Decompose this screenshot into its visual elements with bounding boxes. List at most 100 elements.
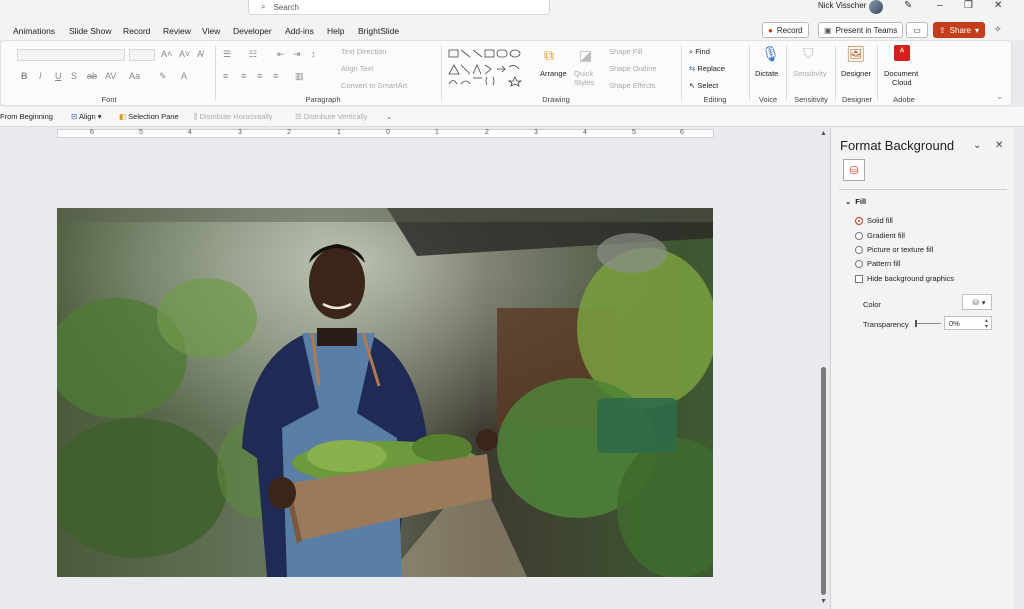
comments-button[interactable]: ▭ bbox=[906, 22, 928, 38]
underline-icon[interactable]: U bbox=[55, 71, 62, 81]
shapes-gallery[interactable] bbox=[447, 47, 535, 87]
align-left-icon[interactable]: ≡ bbox=[223, 71, 228, 81]
change-case-icon[interactable]: Aa bbox=[129, 71, 140, 81]
scroll-down-icon[interactable]: ▼ bbox=[820, 598, 827, 605]
designer-icon[interactable]: 🖼 bbox=[846, 45, 865, 63]
align-center-icon[interactable]: ≡ bbox=[241, 71, 246, 81]
shape-outline-label[interactable]: Shape Outline bbox=[609, 64, 657, 73]
italic-icon[interactable]: I bbox=[39, 71, 42, 81]
selection-pane-button[interactable]: ◧ Selection Pane bbox=[119, 112, 179, 121]
align-button[interactable]: ⊟ Align ▾ bbox=[71, 112, 102, 121]
font-color-icon[interactable]: A bbox=[181, 71, 187, 81]
search-box[interactable]: ⌕ Search bbox=[248, 0, 550, 15]
replace-button[interactable]: ⇆ Replace bbox=[689, 64, 725, 73]
highlight-icon[interactable]: ✎ bbox=[159, 71, 167, 82]
color-picker[interactable]: ⛁ ▾ bbox=[962, 294, 992, 310]
font-size-box[interactable] bbox=[129, 49, 155, 61]
document-cloud-line2[interactable]: Cloud bbox=[892, 78, 912, 87]
text-direction-label[interactable]: Text Direction bbox=[341, 47, 386, 56]
avatar[interactable] bbox=[869, 0, 883, 14]
from-beginning-button[interactable]: From Beginning bbox=[0, 112, 53, 121]
slider-handle[interactable] bbox=[915, 320, 917, 327]
tab-slide-show[interactable]: Slide Show bbox=[69, 26, 112, 36]
checkbox[interactable] bbox=[855, 274, 863, 283]
picture-fill-option[interactable]: Picture or texture fill bbox=[855, 245, 933, 254]
transparency-input[interactable]: 0% ▴ ▾ bbox=[944, 316, 992, 330]
transparency-slider[interactable] bbox=[915, 323, 941, 324]
radio-selected[interactable] bbox=[855, 216, 863, 225]
slide-canvas[interactable] bbox=[57, 208, 713, 577]
select-button[interactable]: ↖ Select bbox=[689, 81, 718, 90]
tab-view[interactable]: View bbox=[202, 26, 220, 36]
tab-developer[interactable]: Developer bbox=[233, 26, 272, 36]
bullets-icon[interactable]: ☰ bbox=[223, 49, 231, 60]
customize-qat-icon[interactable]: ⌄ bbox=[386, 112, 392, 121]
justify-icon[interactable]: ≡ bbox=[273, 71, 278, 81]
microphone-icon[interactable]: 🎙 bbox=[761, 45, 780, 63]
pane-options-icon[interactable]: ⌄ bbox=[973, 140, 981, 151]
horizontal-ruler[interactable]: 6 5 4 3 2 1 0 1 2 3 4 5 6 bbox=[57, 129, 714, 138]
convert-smartart-label[interactable]: Convert to SmartArt bbox=[341, 81, 407, 90]
pen-icon[interactable]: ✎ bbox=[904, 0, 912, 11]
tab-help[interactable]: Help bbox=[327, 26, 344, 36]
minimize-button[interactable]: – bbox=[937, 0, 943, 11]
solid-fill-option[interactable]: Solid fill bbox=[855, 216, 893, 225]
quick-styles-label[interactable]: Quick Styles bbox=[574, 69, 598, 87]
restore-button[interactable]: ❐ bbox=[964, 0, 973, 11]
tab-record[interactable]: Record bbox=[123, 26, 150, 36]
tab-review[interactable]: Review bbox=[163, 26, 191, 36]
line-spacing-icon[interactable]: ↕ bbox=[311, 49, 316, 59]
gradient-fill-option[interactable]: Gradient fill bbox=[855, 231, 905, 240]
find-button[interactable]: ⌕ Find bbox=[689, 47, 710, 57]
grow-font-icon[interactable]: A˄ bbox=[161, 49, 172, 59]
sensitivity-icon[interactable]: ⛉ bbox=[803, 45, 814, 62]
dictate-label[interactable]: Dictate bbox=[755, 69, 778, 78]
shape-fill-label[interactable]: Shape Fill bbox=[609, 47, 642, 56]
ribbon-collapse-icon[interactable]: ⌄ bbox=[996, 91, 1004, 102]
numbering-icon[interactable]: ☷ bbox=[249, 49, 257, 60]
distribute-horizontally-button[interactable]: ⫼ Distribute Horizontally bbox=[194, 112, 273, 122]
spinner-icon[interactable]: ▴ ▾ bbox=[985, 318, 988, 330]
shadow-icon[interactable]: S bbox=[71, 71, 77, 81]
scrollbar-thumb[interactable] bbox=[821, 367, 826, 595]
quick-styles-icon[interactable]: ◪ bbox=[579, 47, 592, 64]
distribute-vertically-button[interactable]: ☰ Distribute Vertically bbox=[295, 112, 368, 121]
tab-add-ins[interactable]: Add-ins bbox=[285, 26, 314, 36]
fill-tab[interactable]: ⛁ bbox=[843, 159, 865, 181]
align-right-icon[interactable]: ≡ bbox=[257, 71, 262, 81]
columns-icon[interactable]: ▥ bbox=[295, 71, 304, 82]
copilot-icon[interactable]: ✧ bbox=[994, 24, 1002, 35]
bold-icon[interactable]: B bbox=[21, 71, 28, 81]
scroll-up-icon[interactable]: ▲ bbox=[820, 130, 827, 137]
arrange-icon[interactable]: ⧉ bbox=[544, 47, 554, 64]
designer-label[interactable]: Designer bbox=[841, 69, 871, 78]
spacing-icon[interactable]: AV bbox=[105, 71, 116, 81]
arrange-label[interactable]: Arrange bbox=[540, 69, 567, 78]
decrease-indent-icon[interactable]: ⇤ bbox=[277, 49, 285, 60]
record-button[interactable]: ● Record bbox=[762, 22, 809, 38]
fill-section-header[interactable]: ⌄ Fill bbox=[845, 197, 866, 206]
align-text-label[interactable]: Align Text bbox=[341, 64, 373, 73]
shape-effects-label[interactable]: Shape Effects bbox=[609, 81, 656, 90]
strikethrough-icon[interactable]: ab bbox=[87, 71, 97, 81]
radio[interactable] bbox=[855, 231, 863, 240]
increase-indent-icon[interactable]: ⇥ bbox=[293, 49, 301, 60]
clear-format-icon[interactable]: A̸ bbox=[197, 49, 203, 59]
separator bbox=[749, 45, 750, 101]
pattern-fill-option[interactable]: Pattern fill bbox=[855, 259, 900, 268]
font-name-box[interactable] bbox=[17, 49, 125, 61]
radio[interactable] bbox=[855, 245, 863, 254]
close-button[interactable]: ✕ bbox=[994, 0, 1002, 11]
acrobat-icon[interactable]: ᴬ bbox=[894, 45, 910, 61]
tab-animations[interactable]: Animations bbox=[13, 26, 55, 36]
tab-brightslide[interactable]: BrightSlide bbox=[358, 26, 399, 36]
shrink-font-icon[interactable]: A˅ bbox=[179, 49, 190, 59]
present-in-teams-button[interactable]: ▣ Present in Teams bbox=[818, 22, 904, 38]
radio[interactable] bbox=[855, 259, 863, 268]
hide-graphics-option[interactable]: Hide background graphics bbox=[855, 274, 954, 283]
share-button[interactable]: ⇪ Share ▾ bbox=[933, 22, 985, 38]
user-name[interactable]: Nick Visscher bbox=[818, 1, 866, 10]
pane-close-icon[interactable]: ✕ bbox=[995, 140, 1003, 151]
sensitivity-label[interactable]: Sensitivity bbox=[793, 69, 827, 78]
document-cloud-line1[interactable]: Document bbox=[884, 69, 918, 78]
